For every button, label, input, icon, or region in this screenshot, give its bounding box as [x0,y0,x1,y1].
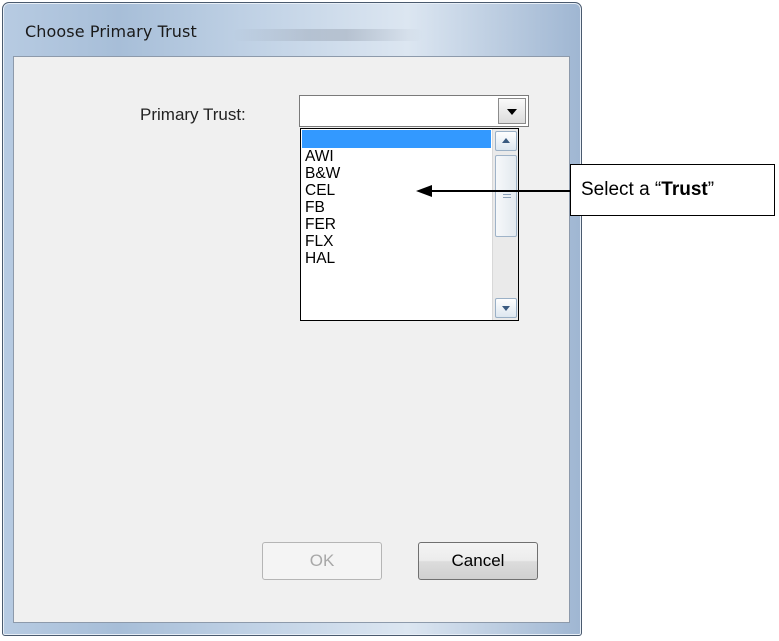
list-item-fer[interactable]: FER [302,216,491,233]
left-arrow-icon [416,185,432,197]
primary-trust-label: Primary Trust: [140,105,246,124]
list-item-awi[interactable]: AWI [302,148,491,165]
title-bar[interactable]: Choose Primary Trust [3,3,581,55]
dialog-client-area: Primary Trust: AWI B&W CEL FB FER FLX HA… [13,56,570,623]
thumb-grip-line [503,194,511,195]
thumb-grip-line [503,197,511,198]
scroll-down-arrow-icon [502,306,510,311]
primary-trust-dropdown-list[interactable]: AWI B&W CEL FB FER FLX HAL [300,128,519,321]
cancel-button[interactable]: Cancel [418,542,538,580]
scroll-up-arrow-icon [502,138,510,143]
list-item-flx[interactable]: FLX [302,233,491,250]
scroll-down-button[interactable] [495,298,517,318]
callout-emphasis: Trust [661,179,708,200]
scrollbar-thumb[interactable] [495,155,517,237]
callout-suffix: ” [707,179,715,200]
list-item-hal[interactable]: HAL [302,250,491,267]
callout-arrow-line [430,190,573,192]
callout-box: Select a “Trust” [570,164,775,216]
trust-options-list: AWI B&W CEL FB FER FLX HAL [302,130,491,267]
ok-button[interactable]: OK [262,542,382,580]
dialog-window: Choose Primary Trust Primary Trust: AWI … [2,2,582,636]
title-bar-glass-reflection [233,29,423,41]
vertical-scrollbar[interactable] [492,129,518,320]
chevron-down-icon [507,109,517,115]
window-title: Choose Primary Trust [25,22,197,41]
callout-prefix: Select a “ [581,179,662,200]
scroll-up-button[interactable] [495,131,517,151]
list-item-blank[interactable] [302,130,491,148]
combobox-dropdown-button[interactable] [498,98,526,124]
list-item-bw[interactable]: B&W [302,165,491,182]
list-item-fb[interactable]: FB [302,199,491,216]
primary-trust-combobox[interactable] [299,95,529,127]
